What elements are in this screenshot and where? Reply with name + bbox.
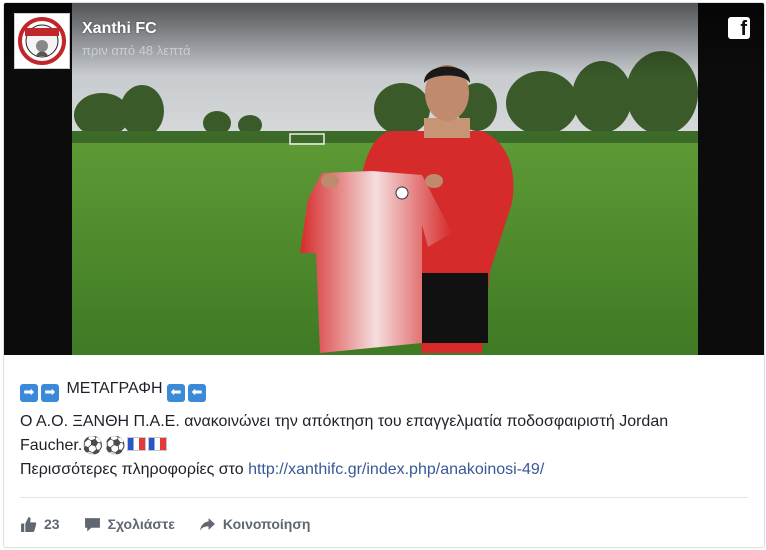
share-label: Κοινοποίηση [222,516,311,532]
france-flag-emoji [126,437,146,451]
like-count: 23 [44,516,60,532]
post-line-more-info: Περισσότερες πληροφορίες στο http://xant… [20,458,748,482]
post-line-announcement: Ο Α.Ο. ΞΑΝΘΗ Π.Α.Ε. ανακοινώνει την απόκ… [20,413,669,430]
player-surname: Faucher. [20,437,83,454]
soccer-ball-emoji: ⚽ [104,436,126,456]
post-line-name: Faucher.⚽⚽ [20,434,748,458]
like-button[interactable]: 23 [20,516,60,533]
share-arrow-icon [199,517,215,531]
post-text: ➡ ➡ ΜΕΤΑΓΡΑΦΗ ⬅ ⬅ Ο Α.Ο. ΞΑΝΘΗ Π.Α.Ε. ανακ… [4,355,764,482]
arrow-right-emoji: ➡ [20,384,38,402]
share-button[interactable]: Κοινοποίηση [199,516,311,533]
page-avatar[interactable] [14,13,70,69]
arrow-left-emoji: ⬅ [167,384,185,402]
comment-label: Σχολιάστε [107,516,175,532]
post-line-title: ➡ ➡ ΜΕΤΑΓΡΑΦΗ ⬅ ⬅ [20,377,748,402]
arrow-right-emoji: ➡ [41,384,59,402]
soccer-ball-emoji: ⚽ [82,436,104,456]
header-gradient [4,3,764,75]
france-flag-emoji [147,437,167,451]
facebook-icon[interactable]: f [728,17,750,40]
comment-button[interactable]: Σχολιάστε [84,516,175,533]
post-actions: 23 Σχολιάστε Κοινοποίηση [20,508,334,540]
comment-bubble-icon [84,517,100,531]
thumbs-up-icon [21,516,37,532]
page-name[interactable]: Xanthi FC [82,20,157,38]
transfer-title: ΜΕΤΑΓΡΑΦΗ [66,380,163,397]
facebook-post-card: Xanthi FC πριν από 48 λεπτά f ➡ ➡ ΜΕΤΑΓΡΑ… [3,2,765,548]
actions-divider [20,497,748,498]
post-timestamp[interactable]: πριν από 48 λεπτά [82,43,191,58]
more-info-prefix: Περισσότερες πληροφορίες στο [20,461,249,478]
announcement-link[interactable]: http://xanthifc.gr/index.php/anakoinosi-… [248,461,544,478]
xanthi-logo-icon [18,17,66,65]
post-media[interactable]: Xanthi FC πριν από 48 λεπτά f [4,3,764,355]
arrow-left-emoji: ⬅ [188,384,206,402]
